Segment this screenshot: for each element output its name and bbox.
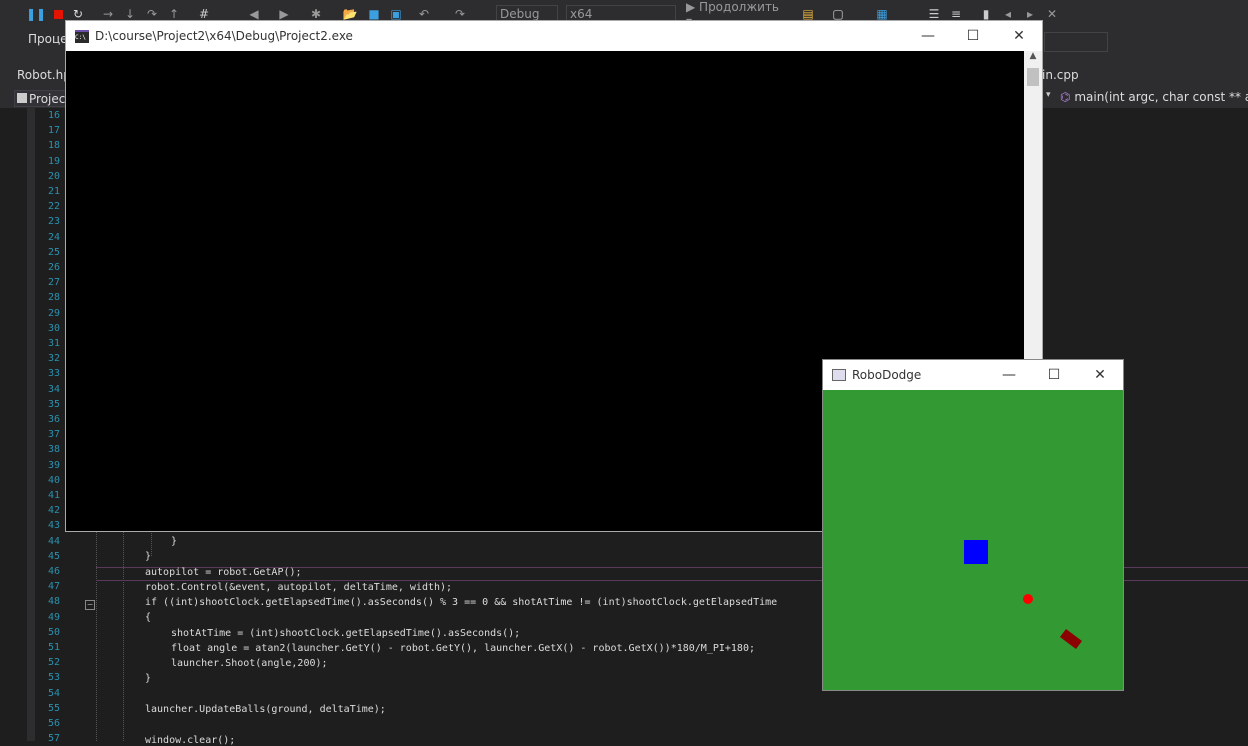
stack-frame-dropdown[interactable] (1044, 32, 1108, 52)
function-icon: ⌬ (1060, 90, 1071, 104)
line-number: 30 (47, 322, 60, 334)
code-line: float angle = atan2(launcher.GetY() - ro… (171, 643, 755, 654)
line-number: 44 (47, 535, 60, 547)
line-number: 20 (47, 170, 60, 182)
process-label: Проце (28, 32, 68, 46)
code-line: { (145, 612, 152, 623)
indent-guide (123, 526, 124, 741)
line-number: 57 (47, 733, 60, 745)
console-titlebar[interactable]: C:\ D:\course\Project2\x64\Debug\Project… (66, 21, 1042, 51)
line-number: 28 (47, 292, 60, 304)
console-title: D:\course\Project2\x64\Debug\Project2.ex… (95, 29, 353, 43)
project-label: Projec (29, 92, 66, 106)
code-line: robot.Control(&event, autopilot, deltaTi… (145, 582, 453, 593)
line-number: 33 (47, 368, 60, 380)
robododge-titlebar[interactable]: RoboDodge — ☐ ✕ (823, 360, 1123, 390)
line-number: 17 (47, 125, 60, 137)
line-number: 38 (47, 444, 60, 456)
line-number: 32 (47, 353, 60, 365)
platform-value: x64 (570, 7, 593, 21)
line-number: 27 (47, 277, 60, 289)
line-number: 55 (47, 702, 60, 714)
clear-bookmarks-icon[interactable]: ✕ (1044, 5, 1060, 23)
line-number: 24 (47, 231, 60, 243)
robot-sprite (964, 540, 988, 564)
maximize-icon[interactable]: ☐ (1039, 364, 1069, 386)
line-number: 42 (47, 505, 60, 517)
line-number: 41 (47, 490, 60, 501)
line-number: 40 (47, 474, 60, 486)
robododge-window[interactable]: RoboDodge — ☐ ✕ (822, 359, 1124, 691)
line-number: 39 (47, 459, 60, 471)
scroll-thumb[interactable] (1027, 68, 1039, 86)
code-line: } (145, 551, 152, 562)
code-line: if ((int)shootClock.getElapsedTime().asS… (145, 597, 778, 608)
ball-sprite (1023, 594, 1033, 604)
code-line: autopilot = robot.GetAP(); (145, 567, 302, 578)
line-number: 16 (47, 110, 60, 121)
line-number: 31 (47, 338, 60, 349)
configuration-value: Debug (500, 7, 540, 21)
code-line: } (145, 673, 152, 684)
line-number: 51 (47, 642, 60, 653)
line-number: 36 (47, 414, 60, 425)
code-line: launcher.Shoot(angle,200); (171, 658, 328, 669)
line-number: 22 (47, 201, 60, 213)
line-number: 50 (47, 626, 60, 638)
line-number: 45 (47, 550, 60, 562)
scroll-up-icon[interactable]: ▲ (1024, 51, 1042, 65)
project-icon (17, 93, 27, 103)
collapse-icon[interactable]: − (85, 600, 95, 610)
line-number: 52 (47, 657, 60, 669)
robododge-title: RoboDodge (852, 368, 922, 382)
tab-robot-hpp[interactable]: Robot.hp (17, 68, 71, 82)
tab-main-cpp[interactable]: in.cpp (1042, 68, 1079, 82)
line-number: 26 (47, 262, 60, 273)
indent-guide (96, 526, 97, 741)
launcher-sprite (1060, 628, 1082, 650)
pause-icon[interactable]: ❚❚ (26, 5, 46, 23)
line-number: 34 (47, 383, 60, 395)
code-line: shotAtTime = (int)shootClock.getElapsedT… (171, 628, 521, 639)
minimize-icon[interactable]: — (913, 25, 943, 47)
console-app-icon: C:\ (75, 30, 89, 43)
function-dropdown[interactable]: ⌬ main(int argc, char const ** argv (1060, 90, 1248, 105)
maximize-icon[interactable]: ☐ (958, 25, 988, 47)
line-number: 25 (47, 246, 60, 258)
line-number: 29 (47, 307, 60, 319)
line-number: 48 (47, 596, 60, 608)
game-canvas[interactable] (823, 390, 1123, 690)
close-icon[interactable]: ✕ (1004, 25, 1034, 47)
line-number: 19 (47, 155, 60, 167)
line-number: 18 (47, 140, 60, 152)
line-number: 43 (47, 520, 60, 532)
editor-margin (27, 108, 35, 741)
close-icon[interactable]: ✕ (1085, 364, 1115, 386)
code-line: } (171, 536, 178, 547)
line-number: 23 (47, 216, 60, 228)
function-label: main(int argc, char const ** argv (1074, 90, 1248, 104)
line-number: 37 (47, 429, 60, 441)
stop-icon[interactable] (50, 5, 66, 23)
line-number: 56 (47, 718, 60, 729)
line-number: 46 (47, 566, 60, 577)
chevron-down-icon[interactable]: ▾ (1046, 90, 1056, 100)
code-line: launcher.UpdateBalls(ground, deltaTime); (145, 704, 386, 715)
line-number: 53 (47, 672, 60, 684)
line-number: 35 (47, 398, 60, 410)
project-dropdown[interactable]: Projec (14, 90, 68, 107)
line-number: 47 (47, 581, 60, 593)
line-number: 21 (47, 186, 60, 197)
line-number: 54 (47, 687, 60, 699)
app-icon (832, 369, 846, 381)
line-number: 49 (47, 611, 60, 623)
minimize-icon[interactable]: — (994, 364, 1024, 386)
